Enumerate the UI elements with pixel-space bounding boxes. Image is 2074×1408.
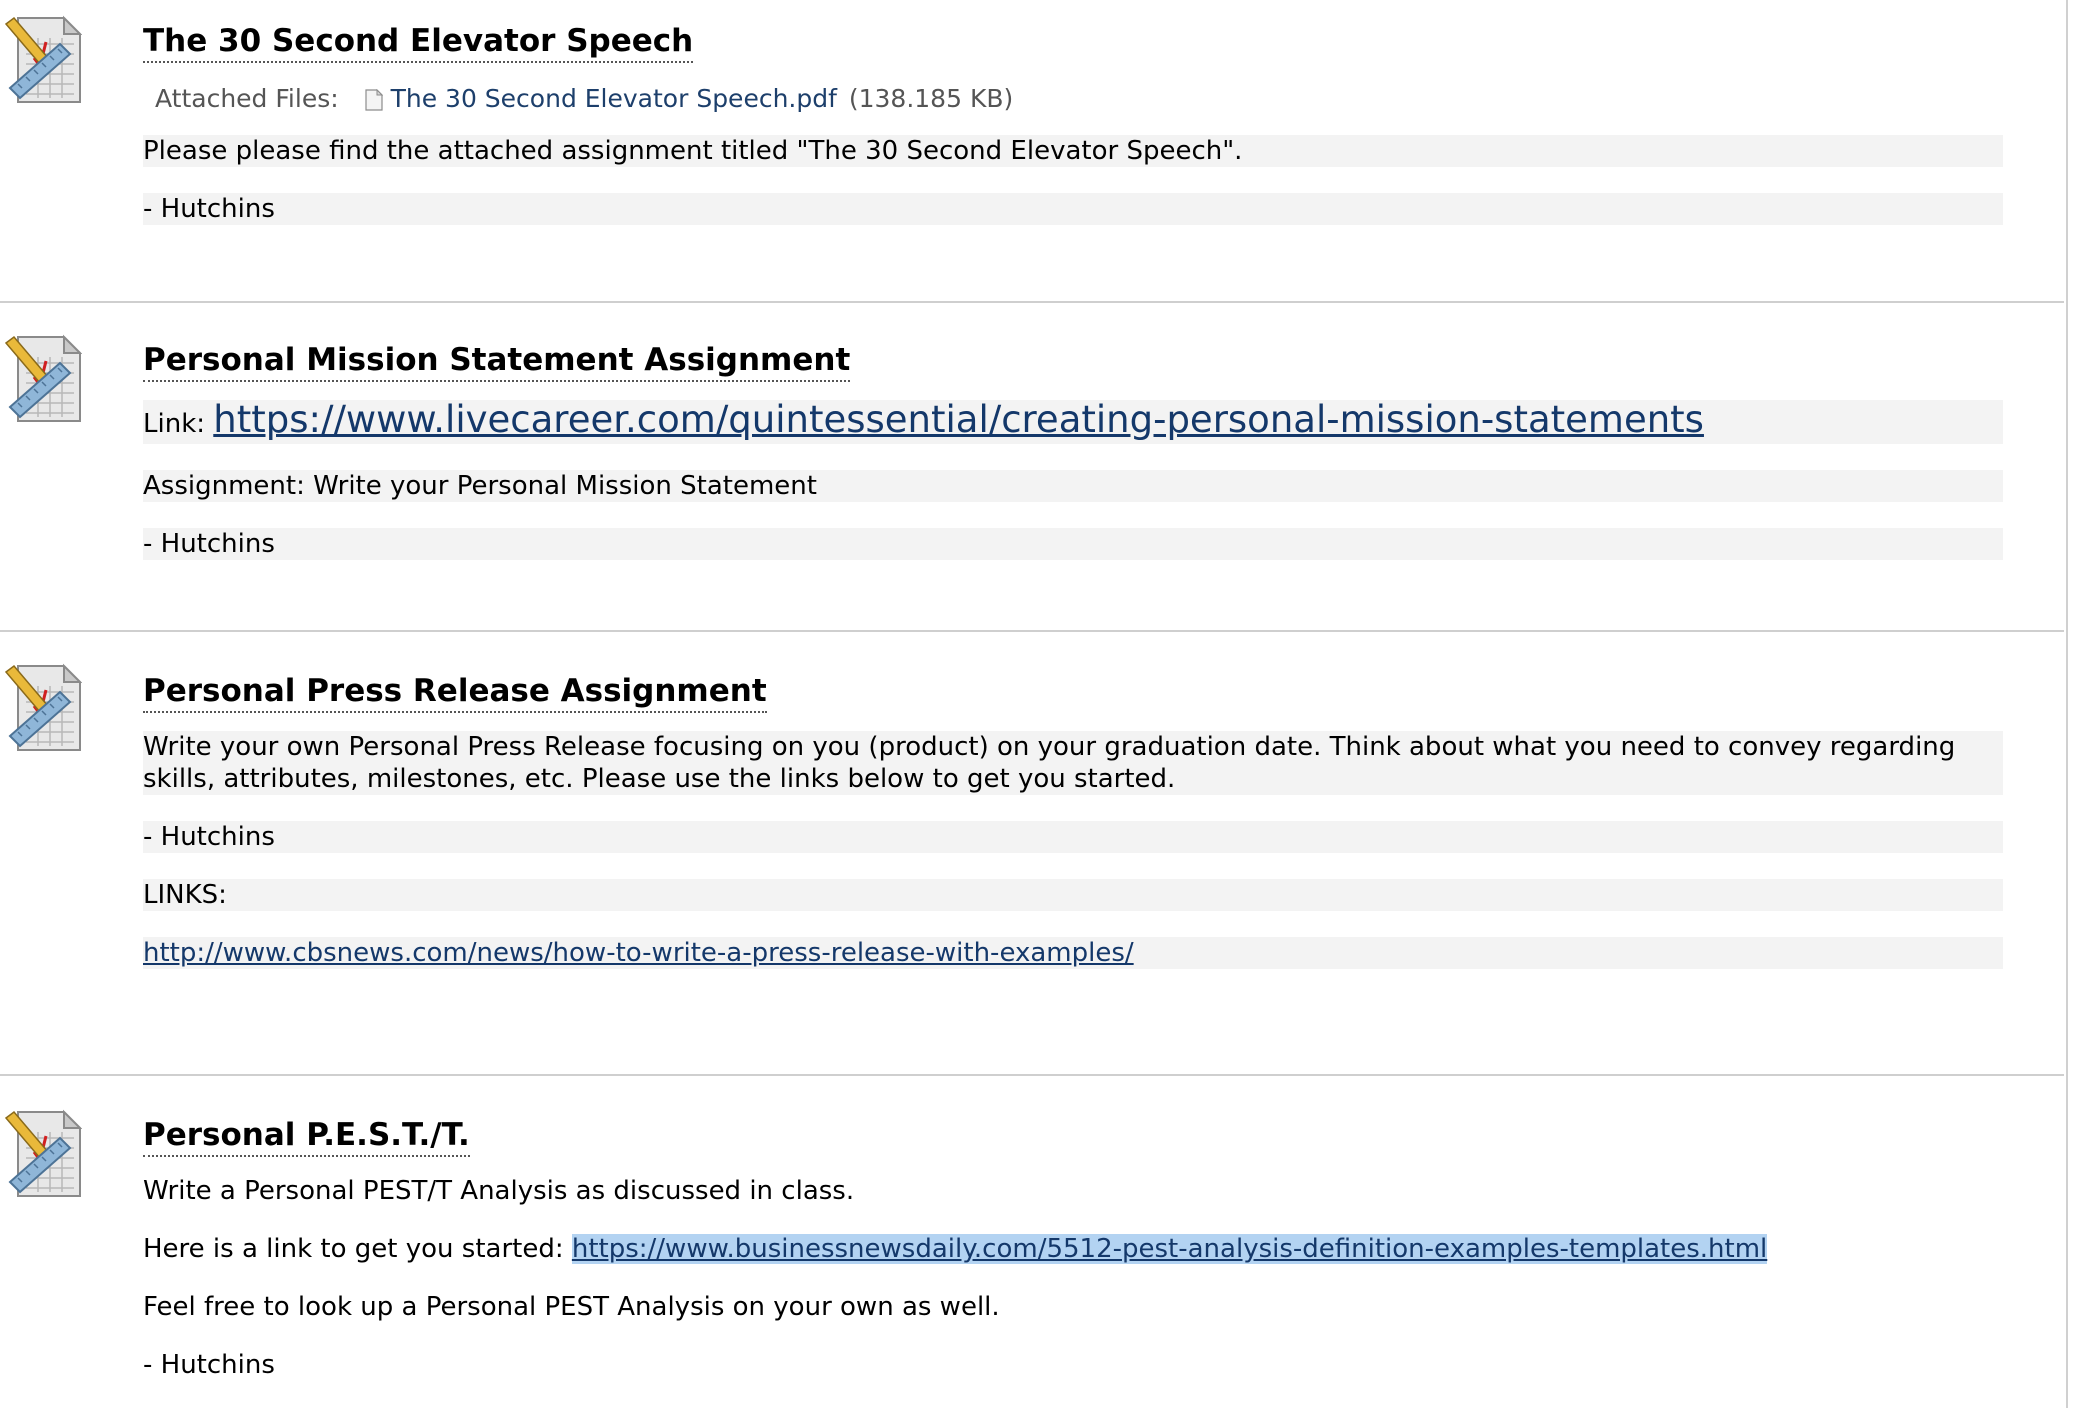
content-item-body: The 30 Second Elevator Speech Attached F…	[143, 22, 2003, 225]
attached-file-link[interactable]: The 30 Second Elevator Speech.pdf	[391, 84, 837, 113]
document-file-icon	[365, 89, 383, 111]
item-description: Please please find the attached assignme…	[143, 135, 2003, 167]
item-title-link[interactable]: Personal P.E.S.T./T.	[143, 1116, 470, 1157]
links-heading: LINKS:	[143, 879, 2003, 911]
businessnewsdaily-link[interactable]: https://www.businessnewsdaily.com/5512-p…	[571, 1234, 1768, 1264]
item-signature: - Hutchins	[143, 1350, 275, 1380]
item-note: Feel free to look up a Personal PEST Ana…	[143, 1292, 1000, 1322]
item-signature: - Hutchins	[143, 193, 2003, 225]
content-item-mission-statement: Personal Mission Statement Assignment Li…	[0, 303, 2064, 632]
content-list: The 30 Second Elevator Speech Attached F…	[0, 0, 2068, 1408]
item-title-link[interactable]: Personal Mission Statement Assignment	[143, 341, 851, 382]
attached-file-size: (138.185 KB)	[848, 84, 1014, 113]
item-description: Assignment: Write your Personal Mission …	[143, 470, 2003, 502]
attached-files-row: Attached Files: The 30 Second Elevator S…	[155, 81, 2003, 117]
assignment-icon	[4, 14, 82, 106]
item-link-paragraph: http://www.cbsnews.com/news/how-to-write…	[143, 937, 2003, 969]
attached-files-label: Attached Files:	[155, 84, 339, 113]
assignment-icon	[4, 662, 82, 754]
link-prefix: Here is a link to get you started:	[143, 1234, 572, 1264]
item-signature: - Hutchins	[143, 528, 2003, 560]
assignment-icon	[4, 333, 82, 425]
item-description: Write a Personal PEST/T Analysis as disc…	[143, 1176, 855, 1206]
content-item-elevator-speech: The 30 Second Elevator Speech Attached F…	[0, 0, 2064, 303]
link-prefix: Link:	[143, 409, 214, 439]
cbsnews-link[interactable]: http://www.cbsnews.com/news/how-to-write…	[143, 938, 1134, 968]
content-item-pest: Personal P.E.S.T./T. Write a Personal PE…	[0, 1076, 2064, 1408]
item-title-link[interactable]: Personal Press Release Assignment	[143, 672, 767, 713]
content-item-body: Personal P.E.S.T./T. Write a Personal PE…	[143, 1116, 2003, 1381]
assignment-icon	[4, 1108, 82, 1200]
content-item-body: Personal Mission Statement Assignment Li…	[143, 341, 2003, 560]
item-description: Write your own Personal Press Release fo…	[143, 731, 2003, 795]
content-item-body: Personal Press Release Assignment Write …	[143, 672, 2003, 969]
item-signature: - Hutchins	[143, 821, 2003, 853]
item-link-paragraph: Here is a link to get you started: https…	[143, 1233, 2003, 1265]
item-link-paragraph: Link: https://www.livecareer.com/quintes…	[143, 400, 2003, 444]
content-item-press-release: Personal Press Release Assignment Write …	[0, 632, 2064, 1076]
item-title-link[interactable]: The 30 Second Elevator Speech	[143, 22, 694, 63]
livecareer-link[interactable]: https://www.livecareer.com/quintessentia…	[213, 398, 1704, 441]
